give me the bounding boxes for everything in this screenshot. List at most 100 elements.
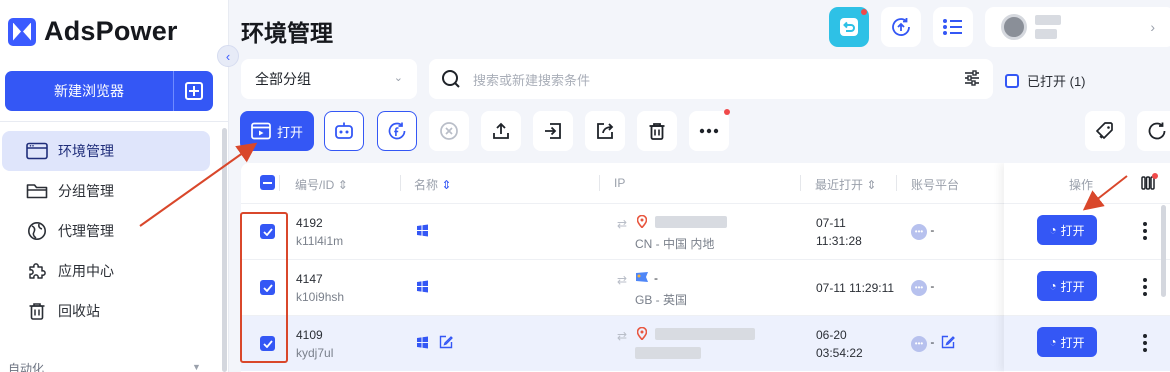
close-browser-button[interactable] bbox=[429, 111, 469, 151]
swap-icon: ⇄ bbox=[617, 329, 628, 343]
rpa-button[interactable] bbox=[324, 111, 364, 151]
platform-value: - bbox=[930, 223, 935, 237]
redacted-ip bbox=[655, 216, 727, 228]
column-header-name[interactable]: 名称 ⇕ bbox=[414, 176, 451, 193]
row-more-icon[interactable] bbox=[1143, 334, 1147, 355]
open-button-label: 打开 bbox=[276, 124, 303, 140]
redacted-ip bbox=[655, 328, 755, 340]
windows-icon bbox=[416, 224, 429, 240]
search-icon bbox=[442, 70, 460, 88]
select-all-checkbox[interactable] bbox=[260, 175, 275, 190]
sidebar-section-automation[interactable]: 自动化 bbox=[8, 360, 44, 372]
import-icon bbox=[545, 123, 561, 139]
last-opened-time: 11:31:28 bbox=[816, 234, 862, 248]
platform-more-icon[interactable]: ••• bbox=[911, 279, 927, 296]
location-pin-icon bbox=[636, 326, 648, 343]
table-scrollbar[interactable] bbox=[1161, 205, 1166, 297]
sidebar-item-groups[interactable]: 分组管理 bbox=[2, 171, 210, 211]
tag-button[interactable] bbox=[1085, 111, 1125, 151]
more-actions-button[interactable] bbox=[689, 109, 730, 151]
column-header-id[interactable]: 编号/ID ⇕ bbox=[295, 176, 348, 193]
row-open-button[interactable]: ◔ 打开 bbox=[1037, 327, 1097, 357]
profile-id: k11l4i1m bbox=[296, 234, 344, 248]
profile-id: k10i9hsh bbox=[296, 290, 345, 304]
delete-button[interactable] bbox=[637, 111, 677, 151]
group-select[interactable]: 全部分组 ⌄ bbox=[241, 59, 417, 99]
task-list-button[interactable] bbox=[933, 7, 973, 47]
sidebar-item-profiles[interactable]: 环境管理 bbox=[2, 131, 210, 171]
batch-add-button[interactable] bbox=[173, 71, 213, 111]
profile-id: kydj7ul bbox=[296, 346, 334, 360]
column-header-last-opened[interactable]: 最近打开 ⇕ bbox=[815, 176, 876, 193]
sync-client-button[interactable] bbox=[829, 7, 869, 47]
row-open-label: 打开 bbox=[1060, 223, 1085, 238]
refresh-upload-icon bbox=[892, 18, 910, 36]
more-horizontal-icon bbox=[699, 128, 719, 134]
swap-icon: ⇄ bbox=[617, 273, 628, 287]
collapse-sidebar-button[interactable]: ‹ bbox=[217, 45, 239, 67]
column-header-label: 编号/ID bbox=[295, 178, 335, 192]
windows-icon bbox=[416, 280, 429, 296]
open-browser-button[interactable]: 打开 bbox=[240, 111, 314, 151]
sidebar: AdsPower 新建浏览器 环境管理 分组管理 代理管理 应用中心 回收站 自… bbox=[0, 0, 229, 372]
minus-icon bbox=[263, 181, 272, 184]
export-button[interactable] bbox=[585, 111, 625, 151]
chrome-icon: ◔ bbox=[1049, 223, 1057, 237]
refresh-button[interactable] bbox=[1137, 111, 1170, 151]
edit-platform-icon[interactable] bbox=[941, 335, 955, 352]
windows-icon bbox=[416, 336, 429, 352]
notification-dot bbox=[861, 9, 867, 15]
row-open-label: 打开 bbox=[1060, 279, 1085, 294]
sort-icon: ⇕ bbox=[337, 178, 348, 192]
sidebar-item-recycle-bin[interactable]: 回收站 bbox=[2, 291, 210, 331]
user-account-menu[interactable]: › bbox=[985, 7, 1170, 47]
update-button[interactable] bbox=[881, 7, 921, 47]
column-separator bbox=[400, 175, 401, 191]
row-more-icon[interactable] bbox=[1143, 278, 1147, 299]
return-icon bbox=[840, 18, 858, 36]
adspower-logo-icon bbox=[8, 17, 36, 46]
column-separator bbox=[279, 175, 280, 191]
import-button[interactable] bbox=[533, 111, 573, 151]
upload-icon bbox=[493, 122, 509, 139]
redacted-region bbox=[635, 347, 701, 359]
profiles-table: 编号/ID ⇕ 名称 ⇕ IP 最近打开 ⇕ 账号平台 操作 4192 k11l… bbox=[241, 163, 1170, 372]
sidebar-item-proxies[interactable]: 代理管理 bbox=[2, 211, 210, 251]
platform-value: - bbox=[930, 335, 935, 349]
row-open-button[interactable]: ◔ 打开 bbox=[1037, 271, 1097, 301]
column-separator bbox=[800, 175, 801, 191]
platform-more-icon[interactable]: ••• bbox=[911, 223, 927, 240]
opened-only-checkbox[interactable] bbox=[1005, 73, 1019, 88]
search-input[interactable]: 搜索或新建搜索条件 bbox=[429, 59, 993, 99]
new-browser-button[interactable]: 新建浏览器 bbox=[5, 71, 173, 111]
sidebar-item-app-center[interactable]: 应用中心 bbox=[2, 251, 210, 291]
sidebar-scrollbar[interactable] bbox=[222, 128, 227, 372]
column-header-platform[interactable]: 账号平台 bbox=[911, 176, 959, 193]
opened-only-filter[interactable]: 已打开 (1) bbox=[1005, 71, 1086, 90]
row-open-button[interactable]: ◔ 打开 bbox=[1037, 215, 1097, 245]
logo-text: AdsPower bbox=[44, 16, 178, 46]
annotation-frame bbox=[240, 212, 288, 363]
column-header-label: 名称 bbox=[414, 178, 439, 192]
edit-icon[interactable] bbox=[439, 335, 453, 352]
last-opened-date: 06-20 bbox=[816, 328, 847, 342]
chevron-down-icon: ⌄ bbox=[393, 72, 403, 84]
upload-button[interactable] bbox=[481, 111, 521, 151]
browser-window-icon bbox=[26, 141, 48, 161]
column-header-ip[interactable]: IP bbox=[614, 176, 625, 190]
sort-icon: ⇕ bbox=[866, 178, 877, 192]
profile-number: 4147 bbox=[296, 272, 323, 286]
folder-icon bbox=[26, 181, 48, 201]
new-browser-group: 新建浏览器 bbox=[5, 71, 213, 111]
trash-icon bbox=[649, 123, 665, 140]
last-opened-date: 07-11 bbox=[816, 216, 846, 230]
sidebar-item-label: 应用中心 bbox=[58, 263, 114, 279]
platform-more-icon[interactable]: ••• bbox=[911, 335, 927, 352]
sync-facebook-button[interactable] bbox=[377, 111, 417, 151]
column-header-label: 最近打开 bbox=[815, 178, 864, 192]
row-more-icon[interactable] bbox=[1143, 222, 1147, 243]
sidebar-item-label: 分组管理 bbox=[58, 183, 114, 199]
filter-sliders-icon[interactable] bbox=[963, 69, 981, 87]
page-title: 环境管理 bbox=[241, 20, 333, 46]
profile-number: 4109 bbox=[296, 328, 323, 342]
